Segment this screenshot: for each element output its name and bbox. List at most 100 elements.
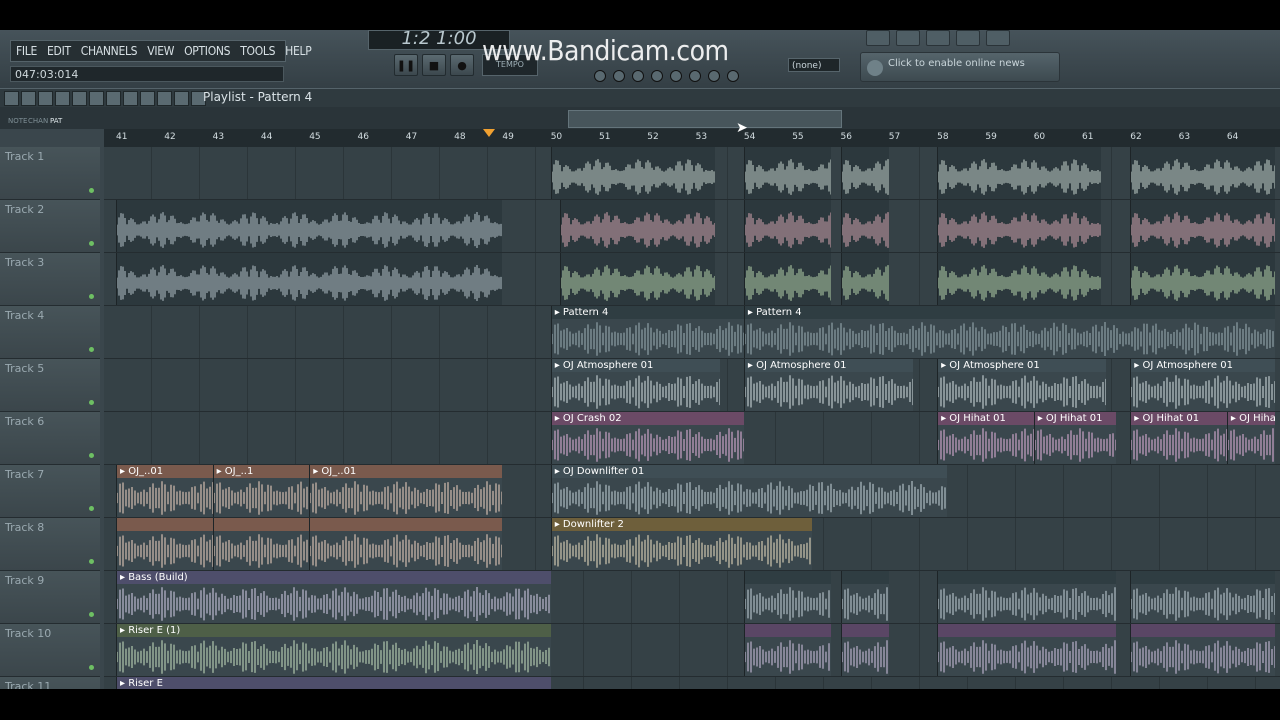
track-lane[interactable] (104, 147, 1280, 200)
pattern-clip[interactable] (1130, 253, 1276, 305)
options-icon[interactable] (4, 91, 19, 106)
knob-icon[interactable] (594, 70, 606, 82)
audio-clip[interactable]: ▸ OJ_..1 (212, 465, 310, 517)
mixer-icon[interactable] (956, 30, 980, 46)
audio-clip[interactable] (116, 518, 213, 570)
pattern-clip[interactable] (840, 147, 889, 199)
track-mute-led-icon[interactable] (89, 612, 94, 617)
track-lane[interactable]: ▸ Downlifter 2 (104, 518, 1280, 571)
snap-selector[interactable]: (none) (788, 58, 840, 72)
audio-clip[interactable]: ▸ Pattern 4 (550, 306, 744, 358)
track-mute-led-icon[interactable] (89, 665, 94, 670)
pattern-clip[interactable] (840, 200, 889, 252)
delete-icon[interactable] (72, 91, 87, 106)
track-mute-led-icon[interactable] (89, 400, 94, 405)
mute-icon[interactable] (89, 91, 104, 106)
playlist-title[interactable]: Playlist - Pattern 4 (203, 90, 312, 104)
menu-edit[interactable]: EDIT (42, 44, 76, 58)
track-lane[interactable]: ▸ Pattern 4 ▸ Pattern 4 (104, 306, 1280, 359)
audio-clip[interactable] (743, 624, 831, 676)
track-header[interactable]: Track 4 (0, 306, 100, 359)
pattern-clip[interactable] (560, 200, 715, 252)
audio-clip[interactable] (743, 571, 831, 623)
audio-clip[interactable]: ▸ OJ Hihat (1226, 412, 1276, 464)
draw-icon[interactable] (38, 91, 53, 106)
knob-icon[interactable] (632, 70, 644, 82)
magnet-icon[interactable] (21, 91, 36, 106)
pattern-clip[interactable] (743, 147, 831, 199)
timeline-ruler[interactable]: 41 42 43 44 45 46 47 48 49 50 51 52 53 54 55 56 57 58 59 60… (104, 129, 1280, 147)
online-news-panel[interactable]: Click to enable online news (860, 52, 1060, 82)
track-mute-led-icon[interactable] (89, 506, 94, 511)
pattern-clip[interactable] (550, 147, 715, 199)
slice-icon[interactable] (123, 91, 138, 106)
audio-clip[interactable]: ▸ OJ Downlifter 01 (550, 465, 947, 517)
tab-pat[interactable]: PAT (50, 117, 62, 125)
pattern-clip[interactable] (937, 147, 1102, 199)
audio-clip[interactable]: ▸ Riser E (116, 677, 551, 689)
track-lane[interactable]: ▸ Riser E (1) (104, 624, 1280, 677)
zoom-icon[interactable] (157, 91, 172, 106)
audio-clip[interactable] (309, 518, 503, 570)
audio-clip[interactable] (1130, 624, 1276, 676)
audio-clip[interactable]: ▸ Riser E (1) (116, 624, 551, 676)
channel-rack-icon[interactable] (926, 30, 950, 46)
audio-clip[interactable]: ▸ OJ Hihat 01 (1130, 412, 1227, 464)
track-lane[interactable] (104, 200, 1280, 253)
track-mute-led-icon[interactable] (89, 294, 94, 299)
track-lane[interactable]: ▸ OJ_..01 ▸ OJ_..1 ▸ OJ_..01 ▸ OJ Downlifte… (104, 465, 1280, 518)
knob-icon[interactable] (708, 70, 720, 82)
track-header[interactable]: Track 2 (0, 200, 100, 253)
knob-icon[interactable] (689, 70, 701, 82)
audio-clip[interactable]: ▸ Downlifter 2 (550, 518, 812, 570)
audio-clip[interactable]: ▸ Bass (Build) (116, 571, 551, 623)
menu-options[interactable]: OPTIONS (179, 44, 235, 58)
knob-icon[interactable] (670, 70, 682, 82)
menu-file[interactable]: FILE (11, 44, 42, 58)
track-header[interactable]: Track 8 (0, 518, 100, 571)
audio-clip[interactable] (1130, 571, 1276, 623)
pattern-clip[interactable] (743, 253, 831, 305)
knob-icon[interactable] (651, 70, 663, 82)
track-mute-led-icon[interactable] (89, 241, 94, 246)
stop-button[interactable]: ■ (422, 54, 446, 76)
track-header[interactable]: Track 3 (0, 253, 100, 306)
audio-clip[interactable]: ▸ OJ Hihat 01 (1033, 412, 1116, 464)
paint-icon[interactable] (55, 91, 70, 106)
tab-chan[interactable]: CHAN (28, 117, 48, 125)
menu-help[interactable]: HELP (280, 44, 316, 58)
horizontal-scrollbar-thumb[interactable] (568, 110, 842, 128)
audio-clip[interactable]: ▸ Pattern 4 (743, 306, 1276, 358)
audio-clip[interactable]: ▸ OJ_..01 (309, 465, 503, 517)
audio-clip[interactable]: ▸ OJ Crash 02 (550, 412, 744, 464)
track-lane[interactable]: ▸ OJ Crash 02 ▸ OJ Hihat 01 ▸ OJ Hihat 01 ▸… (104, 412, 1280, 465)
audio-clip[interactable]: ▸ OJ Atmosphere 01 (743, 359, 913, 411)
audio-clip[interactable] (212, 518, 310, 570)
track-lane[interactable]: ▸ OJ Atmosphere 01 ▸ OJ Atmosphere 01 ▸ OJ… (104, 359, 1280, 412)
track-header[interactable]: Track 7 (0, 465, 100, 518)
playback-icon[interactable] (174, 91, 189, 106)
track-lane[interactable]: ▸ Bass (Build) (104, 571, 1280, 624)
track-header[interactable]: Track 10 (0, 624, 100, 677)
record-button[interactable]: ● (450, 54, 474, 76)
knob-icon[interactable] (727, 70, 739, 82)
pattern-clip[interactable] (840, 253, 889, 305)
audio-clip[interactable] (937, 624, 1116, 676)
menu-view[interactable]: VIEW (142, 44, 179, 58)
track-lane[interactable] (104, 253, 1280, 306)
pause-button[interactable]: ❚❚ (394, 54, 418, 76)
track-header[interactable]: Track 1 (0, 147, 100, 200)
audio-clip[interactable]: ▸ OJ Atmosphere 01 (550, 359, 720, 411)
slip-icon[interactable] (106, 91, 121, 106)
track-header[interactable]: Track 9 (0, 571, 100, 624)
audio-clip[interactable] (840, 624, 889, 676)
pattern-clip[interactable] (743, 200, 831, 252)
pattern-clip[interactable] (1130, 147, 1276, 199)
track-mute-led-icon[interactable] (89, 188, 94, 193)
audio-clip[interactable]: ▸ OJ Atmosphere 01 (937, 359, 1107, 411)
track-mute-led-icon[interactable] (89, 453, 94, 458)
pattern-clip[interactable] (937, 253, 1102, 305)
track-header[interactable]: Track 5 (0, 359, 100, 412)
select-icon[interactable] (140, 91, 155, 106)
audio-clip[interactable] (937, 571, 1116, 623)
